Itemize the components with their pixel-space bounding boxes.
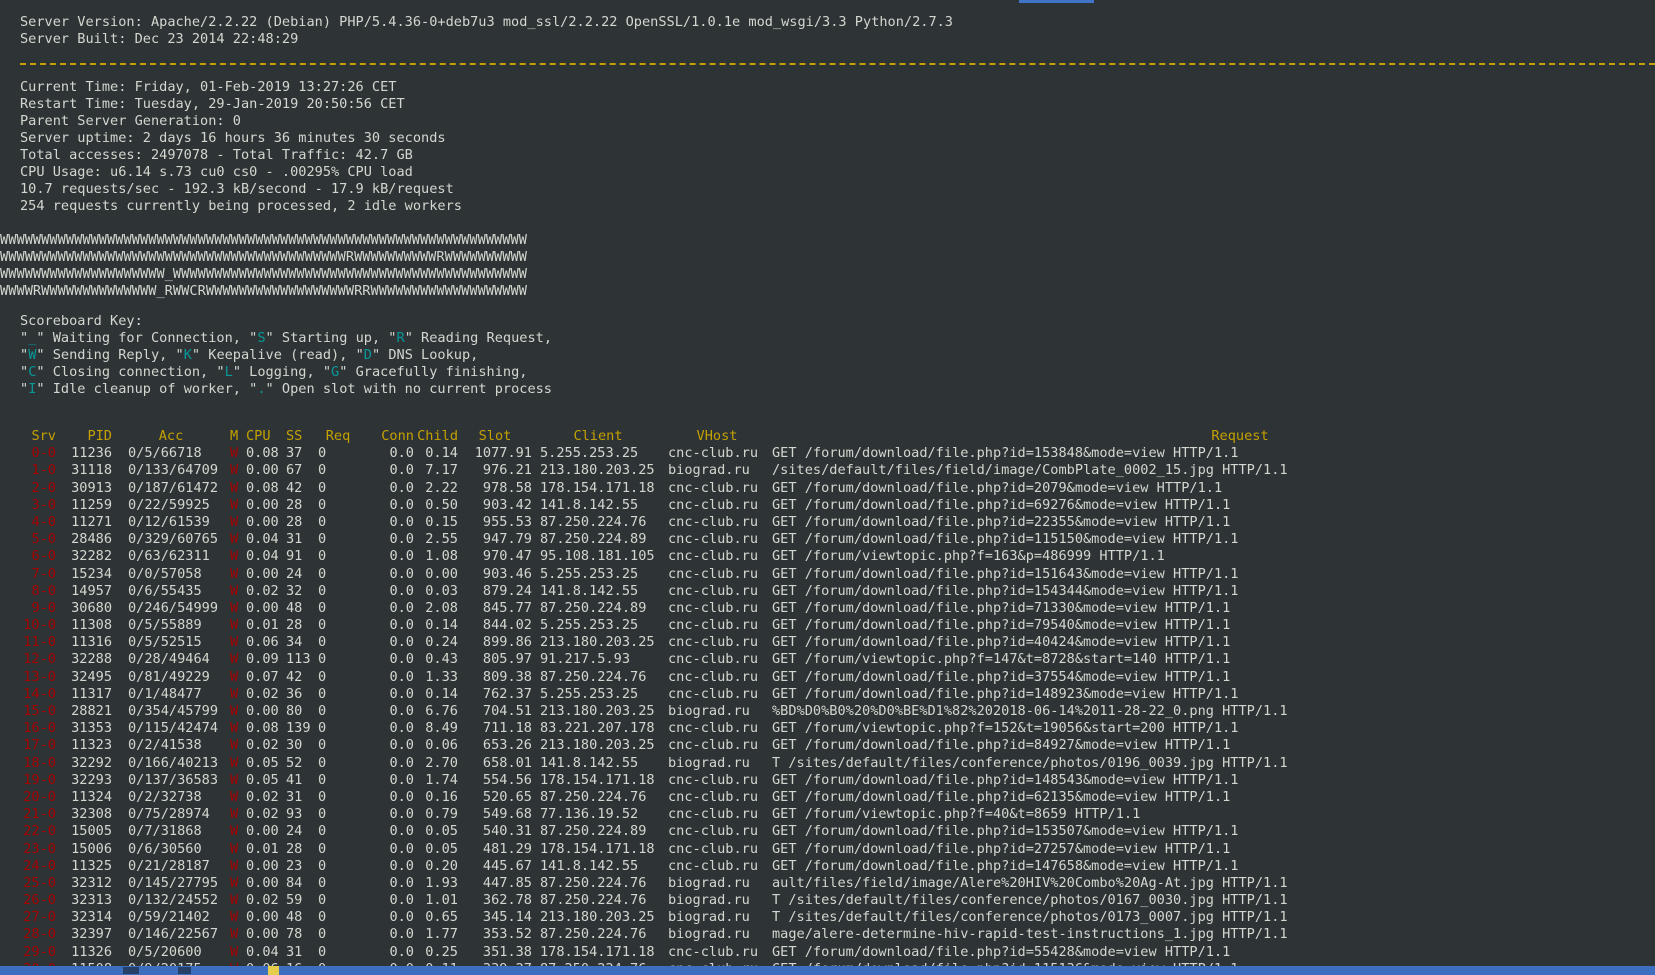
table-row: 27-0323140/59/21402W0.004800.00.65345.14… xyxy=(20,909,1655,926)
column-header-child: Child xyxy=(414,428,458,445)
scoreboard-line: WWWWRWWWWWWWWWWWWWW_RWWCRWWWWWWWWWWWWWWW… xyxy=(0,283,1655,300)
status-summary: Current Time: Friday, 01-Feb-2019 13:27:… xyxy=(20,79,1655,215)
scoreboard-key-letter: . xyxy=(257,381,265,397)
scoreboard-key-letter: S xyxy=(257,330,265,346)
table-row: 4-0112710/12/61539W0.002800.00.15955.538… xyxy=(20,514,1655,531)
table-row: 0-0112360/5/66718W0.083700.00.141077.915… xyxy=(20,445,1655,462)
workers-line: 254 requests currently being processed, … xyxy=(20,198,1655,215)
worker-table-body: 0-0112360/5/66718W0.083700.00.141077.915… xyxy=(20,445,1655,975)
apache-server-status-page: Server Version: Apache/2.2.22 (Debian) P… xyxy=(0,0,1655,975)
current-time-line: Current Time: Friday, 01-Feb-2019 13:27:… xyxy=(20,79,1655,96)
scrollbar-text-artifact xyxy=(123,967,139,974)
table-row: 7-0152340/0/57058W0.002400.00.00903.465.… xyxy=(20,566,1655,583)
scoreboard-key-lines: "_" Waiting for Connection, "S" Starting… xyxy=(20,330,1655,398)
worker-table-header: SrvPIDAccMCPUSSReqConnChildSlotClientVHo… xyxy=(20,428,1655,445)
horizontal-scrollbar[interactable] xyxy=(0,966,1655,975)
scoreboard-key-title: Scoreboard Key: xyxy=(20,313,1655,330)
table-row: 28-0323970/146/22567W0.007800.01.77353.5… xyxy=(20,926,1655,943)
scoreboard-key-line: "I" Idle cleanup of worker, "." Open slo… xyxy=(20,381,1655,398)
cpu-usage-line: CPU Usage: u6.14 s.73 cu0 cs0 - .00295% … xyxy=(20,164,1655,181)
parent-generation-line: Parent Server Generation: 0 xyxy=(20,113,1655,130)
page-content: Server Version: Apache/2.2.22 (Debian) P… xyxy=(0,0,1655,975)
server-version-line: Server Version: Apache/2.2.22 (Debian) P… xyxy=(20,14,1655,31)
scoreboard-key-line: "W" Sending Reply, "K" Keepalive (read),… xyxy=(20,347,1655,364)
column-header-vhost: VHost xyxy=(664,428,770,445)
table-row: 25-0323120/145/27795W0.008400.01.93447.8… xyxy=(20,875,1655,892)
request-rate-line: 10.7 requests/sec - 192.3 kB/second - 17… xyxy=(20,181,1655,198)
table-row: 10-0113080/5/55889W0.012800.00.14844.025… xyxy=(20,617,1655,634)
worker-table: SrvPIDAccMCPUSSReqConnChildSlotClientVHo… xyxy=(20,428,1655,975)
column-header-srv: Srv xyxy=(20,428,56,445)
column-header-conn: Conn xyxy=(360,428,414,445)
column-header-req: Req xyxy=(316,428,360,445)
scrollbar-text-artifact xyxy=(178,967,191,974)
table-row: 24-0113250/21/28187W0.002300.00.20445.67… xyxy=(20,858,1655,875)
scrollbar-find-marker xyxy=(268,966,279,975)
table-row: 2-0309130/187/61472W0.084200.02.22978.58… xyxy=(20,480,1655,497)
column-header-slot: Slot xyxy=(458,428,532,445)
column-header-request: Request xyxy=(770,428,1655,445)
table-row: 18-0322920/166/40213W0.055200.02.70658.0… xyxy=(20,755,1655,772)
table-row: 15-0288210/354/45799W0.008000.06.76704.5… xyxy=(20,703,1655,720)
table-row: 8-0149570/6/55435W0.023200.00.03879.2414… xyxy=(20,583,1655,600)
column-header-m: M xyxy=(230,428,244,445)
scoreboard-key-letter: K xyxy=(184,347,192,363)
table-row: 13-0324950/81/49229W0.074200.01.33809.38… xyxy=(20,669,1655,686)
table-row: 21-0323080/75/28974W0.029300.00.79549.68… xyxy=(20,806,1655,823)
scoreboard-line: WWWWWWWWWWWWWWWWWWWW_WWWWWWWWWWWWWWWWWWW… xyxy=(0,266,1655,283)
table-row: 20-0113240/2/32738W0.023100.00.16520.658… xyxy=(20,789,1655,806)
scoreboard-key-letter: G xyxy=(331,364,339,380)
column-header-pid: PID xyxy=(56,428,112,445)
table-row: 16-0313530/115/42474W0.0813900.08.49711.… xyxy=(20,720,1655,737)
table-row: 17-0113230/2/41538W0.023000.00.06653.262… xyxy=(20,737,1655,754)
separator-rule xyxy=(20,63,1655,65)
top-scrollbar-thumb[interactable] xyxy=(1019,0,1094,3)
scoreboard-key-letter: L xyxy=(225,364,233,380)
scoreboard: WWWWWWWWWWWWWWWWWWWWWWWWWWWWWWWWWWWWWWWW… xyxy=(0,232,1655,300)
table-row: 9-0306800/246/54999W0.004800.02.08845.77… xyxy=(20,600,1655,617)
server-built-line: Server Built: Dec 23 2014 22:48:29 xyxy=(20,31,1655,48)
scoreboard-key: Scoreboard Key: "_" Waiting for Connecti… xyxy=(20,313,1655,398)
table-row: 1-0311180/133/64709W0.006700.07.17976.21… xyxy=(20,462,1655,479)
restart-time-line: Restart Time: Tuesday, 29-Jan-2019 20:50… xyxy=(20,96,1655,113)
uptime-line: Server uptime: 2 days 16 hours 36 minute… xyxy=(20,130,1655,147)
table-row: 5-0284860/329/60765W0.043100.02.55947.79… xyxy=(20,531,1655,548)
column-header-cpu: CPU xyxy=(244,428,282,445)
table-row: 29-0113260/5/20600W0.043100.00.25351.381… xyxy=(20,944,1655,961)
scoreboard-key-line: "C" Closing connection, "L" Logging, "G"… xyxy=(20,364,1655,381)
table-row: 14-0113170/1/48477W0.023600.00.14762.375… xyxy=(20,686,1655,703)
column-header-acc: Acc xyxy=(112,428,230,445)
table-row: 26-0323130/132/24552W0.025900.01.01362.7… xyxy=(20,892,1655,909)
scoreboard-key-letter: R xyxy=(397,330,405,346)
table-row: 12-0322880/28/49464W0.0911300.00.43805.9… xyxy=(20,651,1655,668)
table-row: 6-0322820/63/62311W0.049100.01.08970.479… xyxy=(20,548,1655,565)
column-header-client: Client xyxy=(532,428,664,445)
table-row: 11-0113160/5/52515W0.063400.00.24899.862… xyxy=(20,634,1655,651)
scoreboard-line: WWWWWWWWWWWWWWWWWWWWWWWWWWWWWWWWWWWWWWWW… xyxy=(0,249,1655,266)
table-row: 19-0322930/137/36583W0.054100.01.74554.5… xyxy=(20,772,1655,789)
scoreboard-line: WWWWWWWWWWWWWWWWWWWWWWWWWWWWWWWWWWWWWWWW… xyxy=(0,232,1655,249)
table-row: 3-0112590/22/59925W0.002800.00.50903.421… xyxy=(20,497,1655,514)
scoreboard-key-line: "_" Waiting for Connection, "S" Starting… xyxy=(20,330,1655,347)
table-row: 22-0150050/7/31868W0.002400.00.05540.318… xyxy=(20,823,1655,840)
total-accesses-line: Total accesses: 2497078 - Total Traffic:… xyxy=(20,147,1655,164)
scoreboard-key-letter: D xyxy=(364,347,372,363)
table-row: 23-0150060/6/30560W0.012800.00.05481.291… xyxy=(20,841,1655,858)
column-header-ss: SS xyxy=(282,428,316,445)
